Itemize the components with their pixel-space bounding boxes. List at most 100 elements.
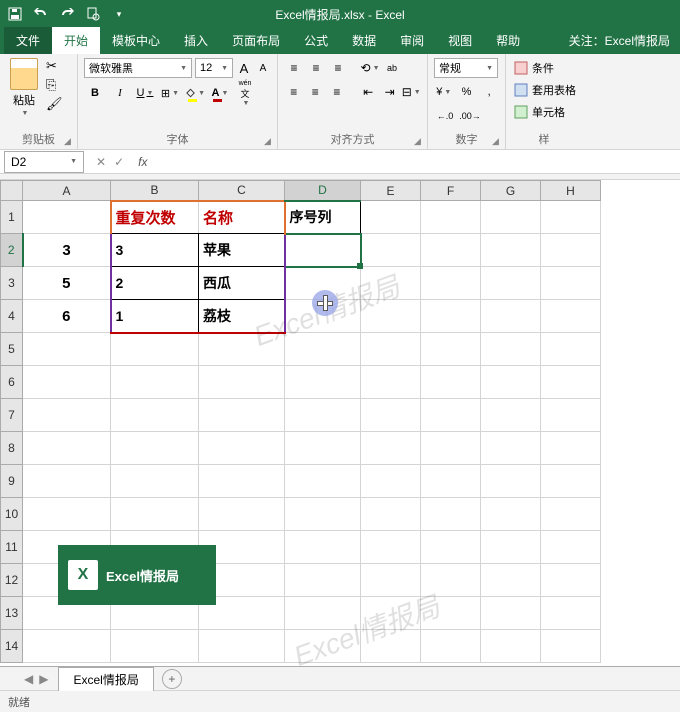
cell[interactable]	[421, 465, 481, 498]
cell[interactable]	[285, 333, 361, 366]
cell[interactable]	[481, 234, 541, 267]
col-header-h[interactable]: H	[541, 181, 601, 201]
col-header-a[interactable]: A	[23, 181, 111, 201]
cell[interactable]	[541, 300, 601, 333]
cell[interactable]	[481, 201, 541, 234]
comma-button[interactable]: ,	[479, 82, 499, 102]
cell[interactable]	[541, 630, 601, 663]
cell[interactable]	[285, 300, 361, 333]
cell[interactable]	[421, 366, 481, 399]
number-launcher-icon[interactable]: ◢	[492, 136, 502, 146]
cell[interactable]	[361, 201, 421, 234]
tab-template[interactable]: 模板中心	[100, 27, 172, 54]
tab-help[interactable]: 帮助	[484, 27, 532, 54]
cell[interactable]	[361, 234, 421, 267]
cell[interactable]	[111, 465, 199, 498]
col-header-b[interactable]: B	[111, 181, 199, 201]
wrap-text-button[interactable]: ab	[382, 58, 402, 78]
save-icon[interactable]	[6, 5, 24, 23]
cell[interactable]	[541, 564, 601, 597]
cell-d2-active[interactable]	[285, 234, 361, 267]
format-painter-icon[interactable]: 🖌	[46, 96, 63, 112]
row-header-10[interactable]: 10	[1, 498, 23, 531]
cell[interactable]	[421, 630, 481, 663]
cut-icon[interactable]: ✂	[46, 58, 63, 74]
row-header-1[interactable]: 1	[1, 201, 23, 234]
cell[interactable]	[23, 630, 111, 663]
cell[interactable]	[481, 564, 541, 597]
fill-handle[interactable]	[357, 263, 363, 269]
font-name-select[interactable]: 微软雅黑 ▼	[84, 58, 192, 78]
cell[interactable]	[481, 399, 541, 432]
cell[interactable]	[361, 366, 421, 399]
name-box[interactable]: D2 ▼	[4, 151, 84, 173]
cell-a2[interactable]: 3	[23, 234, 111, 267]
cell[interactable]	[361, 300, 421, 333]
accept-formula-icon[interactable]: ✓	[114, 155, 124, 169]
cell[interactable]	[111, 366, 199, 399]
cell[interactable]	[421, 201, 481, 234]
cell[interactable]	[481, 267, 541, 300]
cell[interactable]	[541, 267, 601, 300]
spreadsheet-grid[interactable]: A B C D E F G H 1 重复次数 名称 序号列 2 3 3 苹果 3	[0, 180, 680, 666]
tab-file[interactable]: 文件	[4, 27, 52, 54]
cell[interactable]	[285, 564, 361, 597]
bold-button[interactable]: B	[84, 82, 106, 104]
font-size-select[interactable]: 12 ▼	[195, 58, 233, 78]
decrease-font-button[interactable]: A	[255, 59, 271, 77]
conditional-format-button[interactable]: 条件	[514, 58, 576, 78]
cell[interactable]	[199, 366, 285, 399]
cell[interactable]	[421, 498, 481, 531]
cell[interactable]	[285, 399, 361, 432]
align-top-button[interactable]: ≡	[284, 58, 304, 78]
cell-a4[interactable]: 6	[23, 300, 111, 333]
phonetic-button[interactable]: wén 文▼	[234, 82, 256, 104]
cell[interactable]	[481, 630, 541, 663]
cell[interactable]	[23, 465, 111, 498]
row-header-2[interactable]: 2	[1, 234, 23, 267]
row-header-3[interactable]: 3	[1, 267, 23, 300]
font-launcher-icon[interactable]: ◢	[264, 136, 274, 146]
cell[interactable]	[481, 597, 541, 630]
cell[interactable]	[361, 630, 421, 663]
row-header-6[interactable]: 6	[1, 366, 23, 399]
cell[interactable]	[541, 465, 601, 498]
orientation-button[interactable]: ⟲▼	[360, 58, 380, 78]
tab-data[interactable]: 数据	[340, 27, 388, 54]
cell-b4[interactable]: 1	[111, 300, 199, 333]
row-header-5[interactable]: 5	[1, 333, 23, 366]
cell-c2[interactable]: 苹果	[199, 234, 285, 267]
format-table-button[interactable]: 套用表格	[514, 80, 576, 100]
row-header-11[interactable]: 11	[1, 531, 23, 564]
cell[interactable]	[199, 399, 285, 432]
cell[interactable]	[481, 465, 541, 498]
col-header-c[interactable]: C	[199, 181, 285, 201]
qat-customize-icon[interactable]: ▾	[110, 5, 128, 23]
cell[interactable]	[421, 531, 481, 564]
border-button[interactable]: ⊞▼	[159, 82, 181, 104]
cell[interactable]	[541, 432, 601, 465]
cell[interactable]	[111, 333, 199, 366]
cell-a3[interactable]: 5	[23, 267, 111, 300]
cell[interactable]	[421, 267, 481, 300]
add-sheet-button[interactable]: +	[162, 669, 182, 689]
cell[interactable]	[481, 531, 541, 564]
number-format-select[interactable]: 常规 ▼	[434, 58, 498, 78]
cell[interactable]	[285, 267, 361, 300]
col-header-g[interactable]: G	[481, 181, 541, 201]
cell[interactable]	[111, 432, 199, 465]
cell[interactable]	[23, 366, 111, 399]
cell[interactable]	[285, 498, 361, 531]
row-header-13[interactable]: 13	[1, 597, 23, 630]
cell[interactable]	[361, 267, 421, 300]
cell[interactable]	[481, 366, 541, 399]
fx-icon[interactable]: fx	[132, 155, 153, 169]
align-bottom-button[interactable]: ≡	[328, 58, 348, 78]
cell[interactable]	[541, 201, 601, 234]
cell[interactable]	[199, 498, 285, 531]
cell[interactable]	[285, 630, 361, 663]
tab-view[interactable]: 视图	[436, 27, 484, 54]
cell[interactable]	[541, 597, 601, 630]
cell[interactable]	[361, 564, 421, 597]
cell[interactable]	[421, 597, 481, 630]
